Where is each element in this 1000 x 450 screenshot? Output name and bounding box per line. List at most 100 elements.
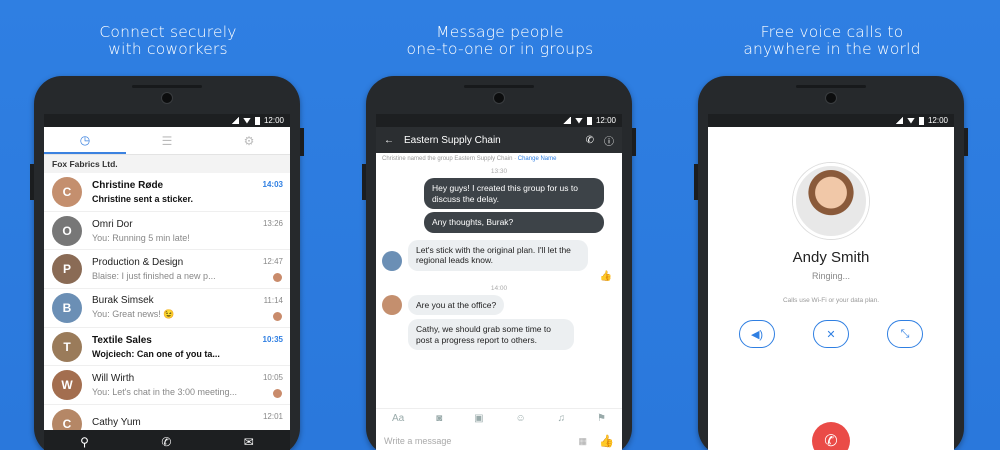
avatar: P [52, 254, 82, 285]
signal-icon [562, 117, 571, 124]
composer-toolbar: Aa ◙ ▣ ☺ ♫ ⚑ [376, 408, 622, 428]
location-icon[interactable]: ⚑ [597, 413, 606, 424]
mic-icon[interactable]: ♫ [558, 413, 566, 424]
phone-speaker [796, 85, 866, 88]
system-note-text: Christine named the group Eastern Supply… [382, 156, 513, 162]
signal-icon [230, 117, 239, 124]
image-icon[interactable]: ▣ [474, 413, 483, 424]
mute-mic-icon: ✕ [826, 328, 836, 341]
list-item[interactable]: W Will Wirth You: Let's chat in the 3:00 … [44, 366, 290, 406]
phone-call: 12:00 Andy Smith Ringing... Calls use Wi… [694, 76, 968, 450]
tab-bar: ◷ ☰ ⚙ [44, 127, 290, 155]
tab-recent[interactable]: ◷ [44, 127, 126, 154]
phone-speaker [132, 85, 202, 88]
wifi-icon [242, 117, 251, 124]
chat-time: 12:01 [262, 412, 283, 422]
call-note: Calls use Wi-Fi or your data plan. [782, 297, 880, 304]
clock-icon: ◷ [79, 132, 91, 147]
chat-preview: You: Let's chat in the 3:00 meeting... [92, 387, 237, 398]
chat-preview: Blaise: I just finished a new p... [92, 271, 216, 282]
wifi-icon [906, 117, 915, 124]
avatar: O [52, 215, 82, 246]
caller-name: Andy Smith [792, 249, 870, 266]
incoming-row: Let's stick with the original plan. I'll… [376, 239, 622, 271]
chat-time: 10:35 [262, 334, 283, 344]
seen-avatar [273, 273, 282, 283]
message-bubble: Are you at the office? [408, 294, 505, 315]
text-size-icon[interactable]: Aa [392, 413, 404, 424]
signal-icon [894, 117, 903, 124]
chat-time: 13:26 [262, 218, 283, 228]
back-arrow-icon[interactable]: ← [384, 135, 394, 146]
avatar [382, 250, 402, 271]
list-item[interactable]: O Omri Dor You: Running 5 min late! 13:26 [44, 212, 290, 251]
volume-button [694, 164, 698, 200]
caption-line: Connect securely [99, 23, 237, 41]
caption-line: with coworkers [108, 40, 228, 58]
status-bar: 12:00 [376, 114, 622, 127]
screen: 12:00 ← Eastern Supply Chain ✆ ⓘ Christi… [376, 114, 622, 450]
caption-calls: Free voice calls to anywhere in the worl… [702, 24, 962, 58]
status-time: 12:00 [263, 116, 284, 125]
screen: 12:00 Andy Smith Ringing... Calls use Wi… [708, 114, 954, 450]
seen-avatar [273, 311, 282, 321]
like-button[interactable]: 👍 [599, 434, 614, 448]
phone-icon[interactable]: ✆ [586, 135, 594, 146]
power-button [632, 128, 636, 156]
tab-groups[interactable]: ☰ [126, 127, 208, 154]
search-icon[interactable]: ⚲ [80, 435, 89, 449]
list-icon: ☰ [161, 133, 173, 148]
tab-settings[interactable]: ⚙ [208, 127, 290, 154]
list-item[interactable]: C Christine Røde Christine sent a sticker… [44, 173, 290, 212]
chat-preview: You: Great news! 😉 [92, 309, 175, 320]
call-status: Ringing... [811, 271, 851, 281]
promo-background: Connect securely with coworkers Message … [0, 0, 1000, 450]
mute-button[interactable]: ✕ [813, 320, 849, 348]
caption-line: Message people [436, 23, 564, 41]
emoji-icon[interactable]: ☺ [515, 413, 525, 424]
compose-icon[interactable]: ✉ [244, 435, 254, 449]
camera-icon[interactable]: ◙ [436, 413, 442, 424]
change-name-link[interactable]: Change Name [518, 156, 557, 162]
phone-icon[interactable]: ✆ [161, 435, 171, 449]
message-bubble: Let's stick with the original plan. I'll… [408, 239, 588, 271]
caption-line: one-to-one or in groups [406, 40, 594, 58]
avatar: W [52, 370, 82, 401]
chat-name: Omri Dor [92, 218, 133, 230]
minimize-button[interactable]: ⤡ [887, 320, 923, 348]
status-bar: 12:00 [44, 114, 290, 127]
chat-name: Christine Røde [92, 179, 164, 191]
avatar: T [52, 331, 82, 362]
org-header: Fox Fabrics Ltd. [44, 155, 290, 173]
speaker-button[interactable]: ◀) [739, 320, 775, 348]
front-camera [825, 92, 837, 104]
chat-preview: Christine sent a sticker. [92, 193, 194, 204]
list-item[interactable]: P Production & Design Blaise: I just fini… [44, 250, 290, 290]
chat-preview: Wojciech: Can one of you ta... [92, 348, 220, 359]
front-camera [493, 92, 505, 104]
incoming-row: Are you at the office? [376, 294, 622, 315]
sticker-icon[interactable]: ▦ [579, 436, 588, 447]
timestamp: 14:00 [490, 284, 508, 292]
list-item[interactable]: T Textile Sales Wojciech: Can one of you … [44, 328, 290, 367]
chat-name: Cathy Yum [92, 416, 141, 428]
avatar: B [52, 292, 82, 323]
info-icon[interactable]: ⓘ [604, 133, 614, 148]
front-camera [161, 92, 173, 104]
message-bubble: Cathy, we should grab some time to post … [408, 319, 574, 350]
avatar [382, 295, 402, 315]
message-bubble: Any thoughts, Burak? [424, 212, 604, 233]
hang-up-icon: ✆ [824, 433, 838, 450]
chat-time: 10:05 [262, 373, 283, 383]
chat-time: 14:03 [262, 180, 283, 189]
phone-thread: 12:00 ← Eastern Supply Chain ✆ ⓘ Christi… [362, 76, 636, 450]
chat-name: Burak Simsek [92, 295, 154, 307]
chat-name: Production & Design [92, 257, 184, 269]
list-item[interactable]: B Burak Simsek You: Great news! 😉 11:14 [44, 289, 290, 328]
phone-speaker [464, 85, 534, 88]
message-input[interactable]: Write a message [384, 436, 579, 446]
caller-avatar [793, 163, 869, 239]
chat-time: 11:14 [263, 296, 283, 306]
composer: Write a message ▦ 👍 [376, 428, 622, 450]
hang-up-button[interactable]: ✆ [812, 422, 850, 450]
